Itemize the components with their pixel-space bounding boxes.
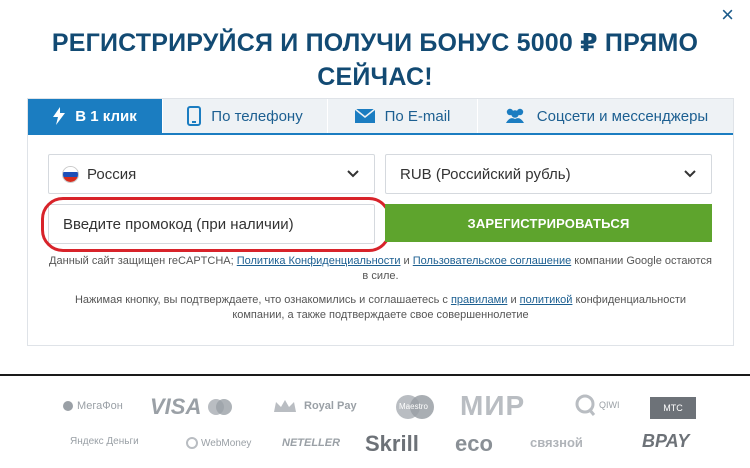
mastercard-icon — [208, 399, 233, 415]
logo-label: Royal Pay — [304, 400, 357, 412]
logo-label: связной — [530, 435, 583, 450]
tab-label: Соцсети и мессенджеры — [536, 107, 709, 125]
recaptcha-notice: Данный сайт защищен reCAPTCHA; Политика … — [48, 254, 713, 284]
logo-label: BPAY — [642, 431, 690, 451]
envelope-icon — [354, 109, 375, 123]
russia-flag-icon — [62, 165, 79, 183]
logo-label: eco — [455, 431, 493, 456]
terms-notice: Нажимая кнопку, вы подтверждаете, что оз… — [48, 293, 713, 323]
registration-tabs: В 1 клик По телефону По E-mail Соцсети и… — [28, 99, 733, 135]
skrill-logo: Skrill — [365, 431, 419, 457]
mts-logo: МТС — [650, 397, 696, 419]
mir-logo: МИР — [460, 390, 525, 422]
registration-panel: В 1 клик По телефону По E-mail Соцсети и… — [27, 98, 734, 346]
logo-label: МегаФон — [77, 400, 123, 412]
title-line-1: РЕГИСТРИРУЙСЯ И ПОЛУЧИ БОНУС 5000 ₽ ПРЯМ… — [51, 29, 699, 57]
rules-link[interactable]: правилами — [451, 294, 507, 306]
tab-one-click[interactable]: В 1 клик — [28, 99, 163, 133]
webmoney-icon — [186, 437, 198, 449]
terms-text: Нажимая кнопку, вы подтверждаете, что оз… — [74, 294, 448, 306]
chevron-down-icon — [684, 170, 696, 178]
bpay-logo: BPAY — [642, 431, 689, 452]
eco-logo: eco — [455, 431, 493, 457]
chevron-down-icon — [347, 170, 359, 178]
recaptcha-and: и — [403, 255, 410, 267]
logo-label: Яндекс Деньги — [70, 436, 139, 447]
logo-label: МИР — [460, 390, 526, 421]
logo-label: Skrill — [365, 431, 419, 456]
currency-select[interactable]: RUB (Российский рубль) — [385, 154, 712, 194]
privacy-policy-link[interactable]: Политика Конфиденциальности — [237, 255, 401, 267]
recaptcha-text: Данный сайт защищен reCAPTCHA; — [49, 255, 234, 267]
title-line-2: СЕЙЧАС! — [317, 63, 433, 91]
user-agreement-link[interactable]: Пользовательское соглашение — [413, 255, 571, 267]
megafon-icon — [63, 401, 73, 411]
visa-logo: VISA — [150, 394, 233, 420]
close-icon[interactable]: × — [721, 4, 734, 26]
payment-logos: МегаФон VISA Royal Pay Maestro МИР QIWI … — [0, 384, 750, 468]
tab-label: По телефону — [211, 107, 303, 125]
tab-phone[interactable]: По телефону — [163, 99, 328, 133]
lightning-icon — [53, 107, 66, 125]
page-title: РЕГИСТРИРУЙСЯ И ПОЛУЧИ БОНУС 5000 ₽ ПРЯМ… — [0, 26, 750, 94]
logo-label: Maestro — [399, 402, 428, 411]
crown-icon — [274, 400, 296, 412]
svyaznoy-logo: связной — [530, 435, 583, 450]
register-button[interactable]: ЗАРЕГИСТРИРОВАТЬСЯ — [385, 204, 712, 242]
currency-value: RUB (Российский рубль) — [400, 165, 571, 183]
tab-label: По E-mail — [384, 107, 451, 125]
logo-label: МТС — [663, 403, 683, 413]
maestro-logo: Maestro — [394, 394, 436, 420]
neteller-logo: NETELLER — [282, 437, 340, 449]
logo-label: NETELLER — [282, 437, 341, 449]
megafon-logo: МегаФон — [62, 400, 123, 412]
section-divider — [0, 374, 750, 376]
tab-email[interactable]: По E-mail — [328, 99, 478, 133]
highlight-circle — [41, 197, 391, 252]
country-select[interactable]: Россия — [48, 154, 375, 194]
qiwi-logo: QIWI — [574, 394, 620, 416]
yandex-money-logo: Яндекс Деньги — [70, 436, 139, 447]
users-icon — [503, 107, 527, 125]
tab-label: В 1 клик — [75, 107, 137, 125]
tab-social[interactable]: Соцсети и мессенджеры — [478, 99, 733, 133]
webmoney-logo: WebMoney — [186, 437, 251, 449]
policy-link[interactable]: политикой — [520, 294, 573, 306]
logo-label: VISA — [150, 394, 202, 419]
royal-pay-logo: Royal Pay — [272, 398, 357, 414]
country-value: Россия — [87, 165, 137, 183]
logo-label: QIWI — [599, 400, 620, 410]
qiwi-icon — [575, 394, 596, 416]
phone-icon — [187, 106, 202, 126]
terms-and: и — [510, 294, 517, 306]
logo-label: WebMoney — [201, 437, 252, 449]
